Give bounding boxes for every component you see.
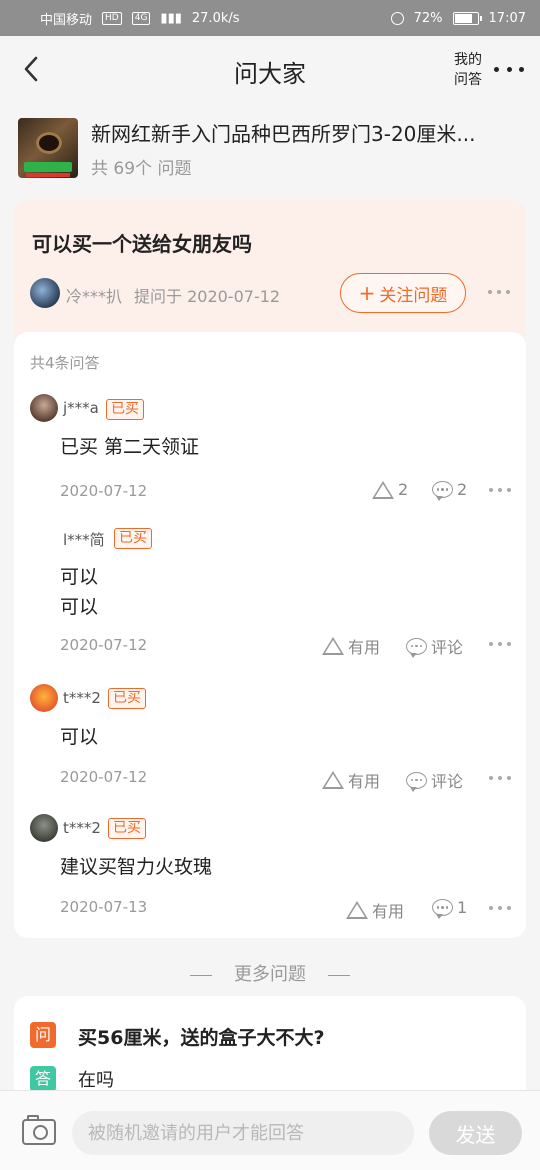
comment-icon (432, 899, 453, 919)
more-questions-label: 更多问题 (234, 964, 306, 985)
comment-button[interactable]: 1 (432, 898, 468, 919)
comment-count: 2 (457, 480, 468, 499)
send-button[interactable]: 发送 (429, 1111, 522, 1155)
network-speed: 27.0k/s (191, 10, 240, 26)
answer-text: 可以 (60, 726, 99, 748)
comment-icon (406, 637, 427, 658)
answer-text: 已买 第二天领证 (60, 436, 200, 458)
answer-input[interactable] (72, 1111, 414, 1155)
thumbs-up-icon (322, 637, 344, 655)
answer-user: t***2 (63, 819, 101, 837)
answers-count: 共4条问答 (30, 354, 100, 372)
answer-badge: 答 (30, 1066, 56, 1092)
answer-date: 2020-07-12 (60, 482, 148, 500)
answer-more-icon[interactable] (489, 776, 511, 780)
my-answers-link[interactable]: 我的问答 (448, 50, 488, 90)
answer-more-icon[interactable] (489, 642, 511, 646)
like-label: 有用 (348, 638, 381, 657)
answer-user: j***a (63, 399, 99, 417)
answer-more-icon[interactable] (489, 906, 511, 910)
camera-icon[interactable] (22, 1115, 56, 1145)
bought-badge: 已买 (114, 528, 152, 549)
carrier: 中国移动 (40, 12, 93, 28)
question-more-icon[interactable] (488, 290, 510, 294)
answer-user: t***2 (63, 689, 101, 707)
answer-bar: 发送 (0, 1090, 540, 1170)
comment-count: 1 (457, 898, 468, 917)
clock: 17:07 (488, 10, 526, 26)
like-button[interactable]: 有用 (322, 634, 380, 658)
avatar (30, 394, 58, 422)
like-count: 2 (398, 480, 409, 499)
plus-icon: + (358, 281, 376, 305)
asker-name: 冷***扒 (66, 287, 123, 306)
like-label: 有用 (372, 902, 405, 921)
comment-label: 评论 (431, 638, 464, 657)
avatar (30, 814, 58, 842)
avatar (30, 684, 58, 712)
asked-date: 提问于 2020-07-12 (134, 287, 281, 306)
bought-badge: 已买 (108, 688, 146, 709)
question-count: 共 69个 问题 (91, 159, 192, 179)
comment-label: 评论 (431, 772, 464, 791)
answer-date: 2020-07-13 (60, 898, 148, 916)
battery-icon (452, 11, 482, 25)
more-menu-icon[interactable] (494, 64, 524, 74)
more-question-card[interactable]: 问 买56厘米，送的盒子大不大? 答 在吗 (14, 996, 526, 1096)
thumbs-up-icon (372, 480, 394, 499)
bought-badge: 已买 (108, 818, 146, 839)
like-button[interactable]: 有用 (346, 898, 404, 922)
answers-card: 共4条问答 j***a 已买 已买 第二天领证 2020-07-12 2 2 l… (14, 332, 526, 938)
more-question-answer: 在吗 (78, 1070, 114, 1091)
back-arrow-icon[interactable] (18, 54, 48, 84)
answer-user: l***简 (63, 531, 105, 549)
signal-icon: ▮▮▮ (160, 10, 182, 26)
comment-icon (432, 481, 453, 501)
avatar (30, 278, 60, 308)
product-name: 新网红新手入门品种巴西所罗门3-20厘米... (91, 122, 476, 146)
follow-question-button[interactable]: + 关注问题 (340, 273, 466, 313)
comment-button[interactable]: 评论 (406, 768, 463, 792)
thumbs-up-icon (322, 771, 344, 789)
nav-bar: 问大家 我的问答 (0, 36, 540, 102)
question-title: 可以买一个送给女朋友吗 (32, 232, 252, 256)
question-card: 可以买一个送给女朋友吗 冷***扒 提问于 2020-07-12 + 关注问题 (14, 200, 526, 350)
like-label: 有用 (348, 772, 381, 791)
more-question-title: 买56厘米，送的盒子大不大? (78, 1027, 325, 1049)
answer-date: 2020-07-12 (60, 768, 148, 786)
network-badge: 4G (131, 11, 151, 25)
like-button[interactable]: 有用 (322, 768, 380, 792)
bought-badge: 已买 (106, 399, 144, 420)
question-badge: 问 (30, 1022, 56, 1048)
hd-badge: HD (102, 11, 122, 25)
status-bar: 中国移动 HD 4G ▮▮▮ 27.0k/s 72% 17:07 (0, 0, 540, 36)
answer-date: 2020-07-12 (60, 636, 148, 654)
comment-button[interactable]: 2 (432, 480, 468, 501)
comment-icon (406, 771, 427, 792)
product-summary[interactable]: 新网红新手入门品种巴西所罗门3-20厘米... 共 69个 问题 (0, 102, 540, 196)
answer-text: 建议买智力火玫瑰 (60, 856, 213, 878)
thumbs-up-icon (346, 901, 368, 919)
answer-text: 可以 可以 (60, 566, 99, 618)
battery-percent: 72% (413, 10, 443, 26)
comment-button[interactable]: 评论 (406, 634, 463, 658)
product-thumbnail (18, 118, 78, 178)
like-button[interactable]: 2 (372, 480, 408, 499)
answer-more-icon[interactable] (489, 488, 511, 492)
alarm-icon (390, 11, 404, 25)
follow-label: 关注问题 (379, 285, 448, 306)
more-questions-divider: 更多问题 (0, 960, 540, 986)
